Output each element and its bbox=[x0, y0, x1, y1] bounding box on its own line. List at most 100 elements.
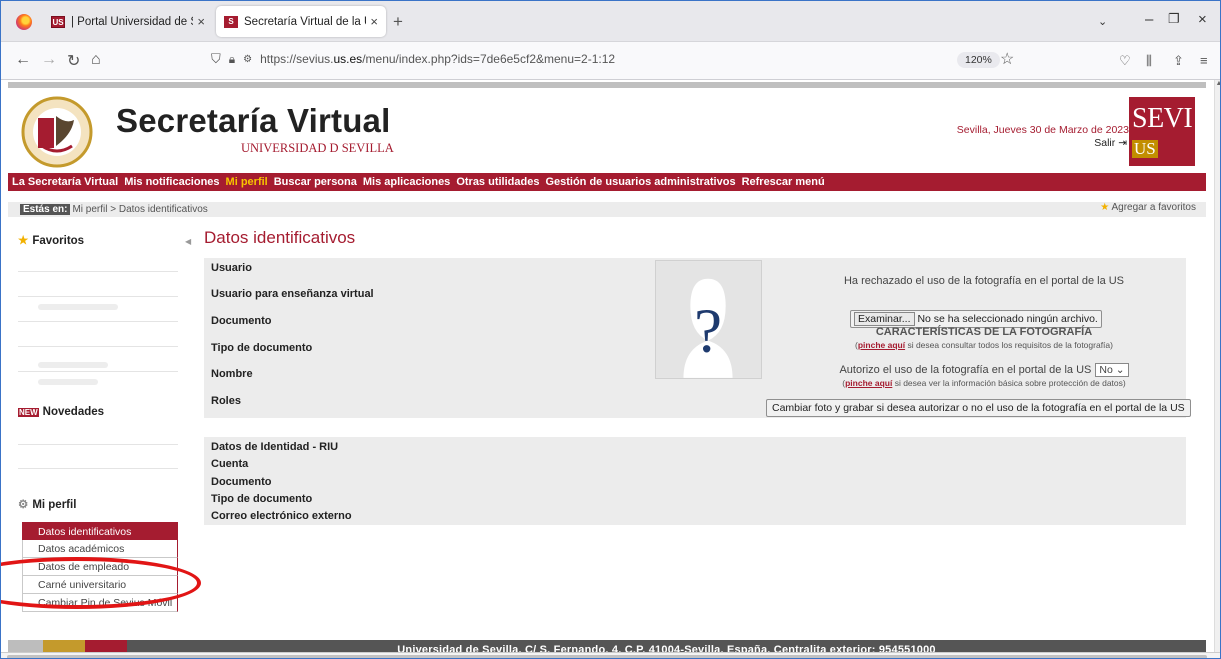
university-seal-icon[interactable] bbox=[20, 96, 94, 168]
favorite-item[interactable] bbox=[38, 304, 118, 310]
permissions-icon[interactable]: ⚙ bbox=[243, 54, 252, 65]
menu-item-gestion-usuarios[interactable]: Gestión de usuarios administrativos bbox=[545, 176, 735, 188]
field-label: Usuario bbox=[211, 262, 252, 274]
reload-icon[interactable]: ↻ bbox=[67, 51, 80, 71]
bookmark-star-icon[interactable]: ☆ bbox=[1000, 49, 1014, 69]
close-window-icon[interactable]: × bbox=[1198, 11, 1207, 28]
new-tab-icon[interactable]: + bbox=[393, 12, 403, 32]
breadcrumb: Estás en: Mi perfil > Datos identificati… bbox=[8, 202, 1206, 217]
tab-title: | Portal Universidad de Sevilla bbox=[71, 15, 193, 28]
divider bbox=[18, 271, 178, 272]
favorite-item[interactable] bbox=[38, 379, 98, 385]
gear-icon: ⚙ bbox=[18, 499, 29, 511]
restore-icon[interactable]: ❐ bbox=[1168, 11, 1180, 27]
pocket-icon[interactable]: ♡ bbox=[1119, 53, 1131, 69]
menu-item-otras-utilidades[interactable]: Otras utilidades bbox=[456, 176, 539, 188]
scroll-thumb[interactable] bbox=[7, 655, 1207, 658]
tab-title: Secretaría Virtual de la Universid bbox=[244, 15, 366, 28]
new-badge-icon: NEW bbox=[18, 408, 39, 417]
back-icon[interactable]: ← bbox=[15, 51, 31, 69]
field-label: Nombre bbox=[211, 368, 253, 380]
tab-list-icon[interactable]: ⌄ bbox=[1098, 15, 1107, 28]
requirements-text: si desea consultar todos los requisitos … bbox=[905, 340, 1113, 350]
url-path: /menu/index.php?ids=7de6e5cf2&menu=2-1:1… bbox=[362, 52, 616, 66]
authorize-label: Autorizo el uso de la fotografía en el p… bbox=[839, 364, 1092, 376]
favorite-item[interactable] bbox=[38, 362, 108, 368]
logout-link[interactable]: Salir ⇥ bbox=[1063, 137, 1127, 149]
tab-secretaria[interactable]: S Secretaría Virtual de la Universid × bbox=[216, 6, 386, 37]
riu-field-label: Tipo de documento bbox=[211, 493, 313, 505]
divider bbox=[18, 296, 178, 297]
breadcrumb-path[interactable]: Mi perfil > Datos identificativos bbox=[72, 204, 207, 215]
home-icon[interactable]: ⌂ bbox=[91, 51, 101, 69]
sevius-logo: SEVI US bbox=[1129, 97, 1195, 166]
novedades-heading[interactable]: NEW Novedades bbox=[18, 406, 104, 418]
menu-item-notificaciones[interactable]: Mis notificaciones bbox=[124, 176, 219, 188]
extensions-icon[interactable]: ⇪ bbox=[1173, 53, 1184, 69]
current-date: Sevilla, Jueves 30 de Marzo de 2023 bbox=[956, 124, 1129, 136]
chevron-down-icon: ⌄ bbox=[1115, 364, 1125, 376]
menu-icon[interactable]: ≡ bbox=[1200, 53, 1208, 68]
requirements-link[interactable]: pinche aquí bbox=[858, 340, 905, 350]
favoritos-label: Favoritos bbox=[32, 235, 85, 247]
mi-perfil-label: Mi perfil bbox=[32, 499, 77, 511]
scroll-up-icon[interactable]: ▲ bbox=[1215, 80, 1220, 90]
novedades-label: Novedades bbox=[42, 406, 105, 418]
firefox-icon[interactable] bbox=[16, 14, 32, 30]
privacy-link[interactable]: pinche aquí bbox=[845, 378, 892, 388]
vertical-scrollbar[interactable]: ▲ bbox=[1214, 80, 1220, 658]
page-title: Datos identificativos bbox=[204, 228, 356, 247]
breadcrumb-label: Estás en: bbox=[20, 204, 71, 215]
lock-icon[interactable]: 🔒︎ bbox=[229, 52, 235, 67]
menu-item-aplicaciones[interactable]: Mis aplicaciones bbox=[363, 176, 450, 188]
mi-perfil-heading[interactable]: ⚙ Mi perfil bbox=[18, 497, 76, 511]
library-icon[interactable]: ⫼ bbox=[1146, 53, 1152, 69]
minimize-icon[interactable]: – bbox=[1145, 11, 1153, 28]
tab-portal[interactable]: US | Portal Universidad de Sevilla × bbox=[43, 6, 213, 37]
shield-icon[interactable]: ⛉ bbox=[211, 51, 221, 67]
add-favorites-link[interactable]: ★ Agregar a favoritos bbox=[1100, 202, 1196, 213]
us-favicon-icon: US bbox=[51, 15, 65, 28]
main-menu: La Secretaría Virtual Mis notificaciones… bbox=[8, 173, 1206, 191]
page-content: Secretaría Virtual UNIVERSIDAD D SEVILLA… bbox=[1, 80, 1214, 658]
privacy-note: (pinche aquí si desea ver la información… bbox=[842, 378, 1126, 388]
menu-item-secretaria[interactable]: La Secretaría Virtual bbox=[12, 176, 118, 188]
menu-item-refrescar[interactable]: Refrescar menú bbox=[742, 176, 825, 188]
authorize-value: No bbox=[1099, 364, 1113, 376]
riu-title: Datos de Identidad - RIU bbox=[211, 441, 339, 453]
menu-item-mi-perfil[interactable]: Mi perfil bbox=[226, 176, 268, 188]
browse-button-label: Examinar... bbox=[854, 312, 915, 326]
menu-item-buscar-persona[interactable]: Buscar persona bbox=[274, 176, 357, 188]
divider bbox=[18, 371, 178, 372]
authorize-select[interactable]: No ⌄ bbox=[1095, 363, 1129, 377]
url-text[interactable]: https://sevius.us.es/menu/index.php?ids=… bbox=[260, 52, 615, 66]
photo-rejected-message: Ha rechazado el uso de la fotografía en … bbox=[843, 275, 1125, 287]
close-tab-icon[interactable]: × bbox=[197, 14, 205, 29]
profile-item-datos-academicos[interactable]: Datos académicos bbox=[22, 540, 178, 558]
logout-icon: ⇥ bbox=[1118, 137, 1127, 149]
profile-item-datos-identificativos[interactable]: Datos identificativos bbox=[22, 522, 178, 540]
riu-panel: Datos de Identidad - RIU Cuenta Document… bbox=[204, 437, 1186, 525]
favoritos-heading[interactable]: ★ Favoritos bbox=[18, 233, 84, 247]
star-icon: ★ bbox=[18, 235, 29, 247]
address-bar[interactable]: ⛉ 🔒︎ ⚙ https://sevius.us.es/menu/index.p… bbox=[211, 51, 615, 67]
save-photo-button[interactable]: Cambiar foto y grabar si desea autorizar… bbox=[766, 399, 1191, 417]
divider bbox=[18, 444, 178, 445]
forward-icon[interactable]: → bbox=[41, 51, 57, 69]
university-subtitle: UNIVERSIDAD D SEVILLA bbox=[241, 141, 394, 155]
privacy-text: si desea ver la información básica sobre… bbox=[892, 378, 1126, 388]
field-label: Tipo de documento bbox=[211, 342, 313, 354]
logout-label: Salir bbox=[1094, 137, 1116, 149]
authorize-row: Autorizo el uso de la fotografía en el p… bbox=[784, 363, 1184, 377]
close-tab-icon[interactable]: × bbox=[370, 14, 378, 29]
identity-panel: Usuario Usuario para enseñanza virtual D… bbox=[204, 258, 1191, 418]
riu-field-label: Documento bbox=[211, 476, 272, 488]
collapse-sidebar-icon[interactable]: ◀ bbox=[185, 237, 191, 246]
browser-window: US | Portal Universidad de Sevilla × S S… bbox=[0, 0, 1221, 659]
horizontal-scrollbar[interactable] bbox=[1, 652, 1220, 658]
photo-requirements-title: CARACTERÍSTICAS DE LA FOTOGRAFÍA bbox=[875, 326, 1093, 338]
zoom-badge[interactable]: 120% bbox=[957, 52, 1000, 68]
field-label: Documento bbox=[211, 315, 272, 327]
profile-photo-placeholder: ? bbox=[655, 260, 762, 379]
url-domain: us.es bbox=[333, 52, 363, 66]
